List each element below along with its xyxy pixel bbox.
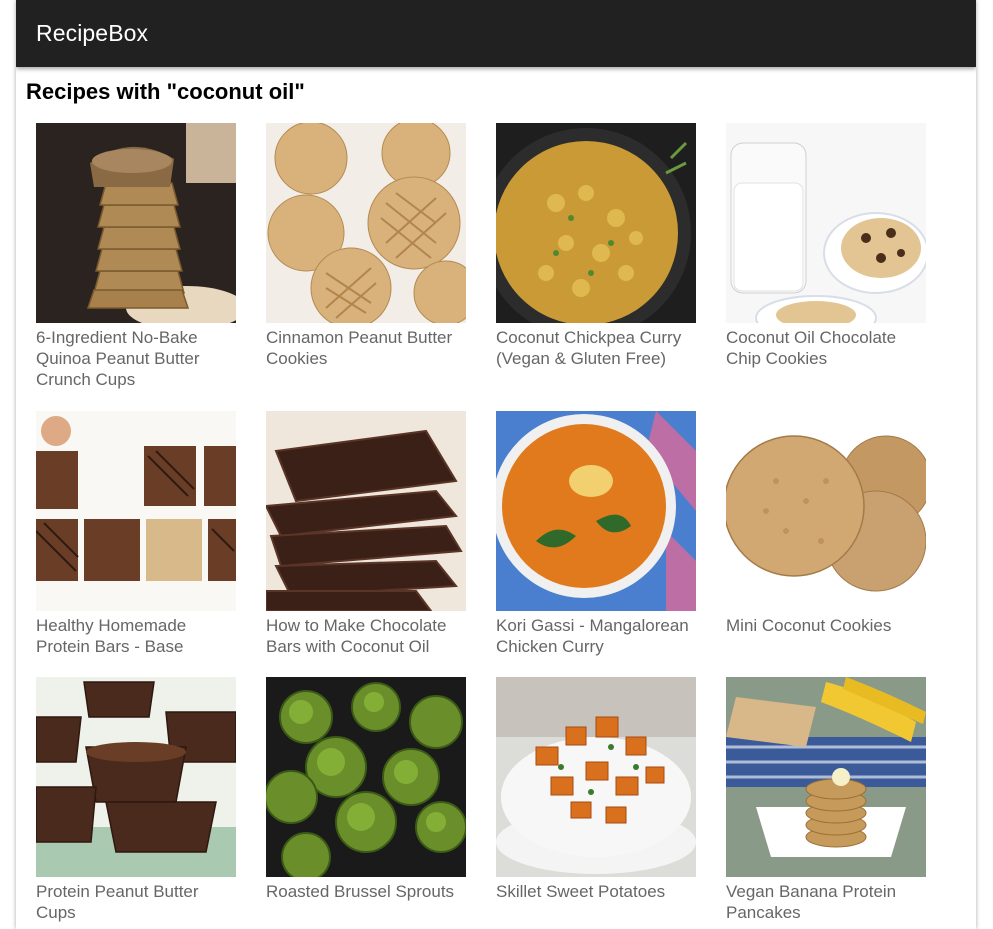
recipe-card[interactable]: Healthy Homemade Protein Bars - Base: [36, 411, 236, 657]
recipe-thumbnail-image[interactable]: [496, 411, 696, 611]
recipe-title-link[interactable]: 6-Ingredient No-Bake Quinoa Peanut Butte…: [36, 327, 241, 390]
recipe-card[interactable]: Roasted Brussel Sprouts: [266, 677, 466, 902]
recipe-title-link[interactable]: Roasted Brussel Sprouts: [266, 881, 471, 902]
recipe-thumbnail-image[interactable]: [266, 677, 466, 877]
recipe-card[interactable]: Mini Coconut Cookies: [726, 411, 926, 636]
recipe-thumbnail-image[interactable]: [36, 677, 236, 877]
recipe-thumbnail-image[interactable]: [496, 123, 696, 323]
recipe-title-link[interactable]: Healthy Homemade Protein Bars - Base: [36, 615, 241, 657]
recipe-thumbnail-image[interactable]: [726, 677, 926, 877]
recipe-card[interactable]: Coconut Oil Chocolate Chip Cookies: [726, 123, 926, 369]
recipe-card[interactable]: Cinnamon Peanut Butter Cookies: [266, 123, 466, 369]
recipe-thumbnail-image[interactable]: [36, 411, 236, 611]
recipe-thumbnail-image[interactable]: [36, 123, 236, 323]
recipe-thumbnail-image[interactable]: [266, 123, 466, 323]
recipe-card[interactable]: Protein Peanut Butter Cups: [36, 677, 236, 923]
recipe-title-link[interactable]: Coconut Oil Chocolate Chip Cookies: [726, 327, 931, 369]
brand-logo-text[interactable]: RecipeBox: [36, 20, 148, 47]
recipe-card[interactable]: Coconut Chickpea Curry (Vegan & Gluten F…: [496, 123, 696, 369]
recipe-title-link[interactable]: Cinnamon Peanut Butter Cookies: [266, 327, 471, 369]
recipe-title-link[interactable]: Vegan Banana Protein Pancakes: [726, 881, 931, 923]
recipe-title-link[interactable]: Protein Peanut Butter Cups: [36, 881, 241, 923]
recipe-thumbnail-image[interactable]: [266, 411, 466, 611]
recipe-card[interactable]: Vegan Banana Protein Pancakes: [726, 677, 926, 923]
recipe-card[interactable]: Skillet Sweet Potatoes: [496, 677, 696, 902]
recipe-title-link[interactable]: Skillet Sweet Potatoes: [496, 881, 701, 902]
page: RecipeBox Recipes with "coconut oil" 6-I…: [16, 0, 976, 929]
recipe-card[interactable]: Kori Gassi - Mangalorean Chicken Curry: [496, 411, 696, 657]
app-bar: RecipeBox: [16, 0, 976, 67]
recipe-thumbnail-image[interactable]: [726, 411, 926, 611]
recipe-title-link[interactable]: Coconut Chickpea Curry (Vegan & Gluten F…: [496, 327, 701, 369]
recipe-thumbnail-image[interactable]: [726, 123, 926, 323]
recipe-title-link[interactable]: Mini Coconut Cookies: [726, 615, 931, 636]
recipe-card[interactable]: 6-Ingredient No-Bake Quinoa Peanut Butte…: [36, 123, 236, 390]
recipe-thumbnail-image[interactable]: [496, 677, 696, 877]
recipe-title-link[interactable]: Kori Gassi - Mangalorean Chicken Curry: [496, 615, 701, 657]
page-title: Recipes with "coconut oil": [26, 79, 305, 104]
recipe-title-link[interactable]: How to Make Chocolate Bars with Coconut …: [266, 615, 471, 657]
recipe-card[interactable]: How to Make Chocolate Bars with Coconut …: [266, 411, 466, 657]
